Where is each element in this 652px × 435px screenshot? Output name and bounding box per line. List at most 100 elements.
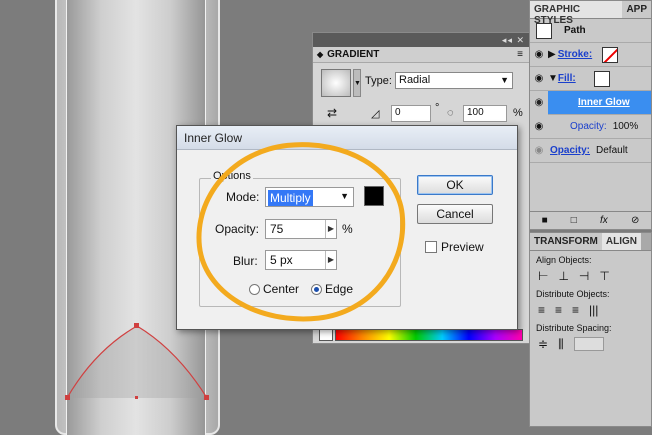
none-swatch[interactable] [319, 329, 333, 341]
preview-label[interactable]: Preview [441, 240, 484, 254]
cancel-button[interactable]: Cancel [417, 204, 493, 224]
ok-button[interactable]: OK [417, 175, 493, 195]
degree-symbol: ° [435, 102, 440, 114]
appearance-row-fill[interactable]: ◉ ▼ Fill: [530, 67, 651, 91]
chevron-down-icon: ▼ [500, 75, 509, 85]
blur-value: 5 px [270, 253, 293, 267]
panel-menu-icon[interactable]: ≡ [517, 49, 523, 60]
aspect-input[interactable]: 100 [463, 105, 507, 122]
tab-align[interactable]: ALIGN [601, 233, 641, 250]
appearance-row-path[interactable]: Path [530, 19, 651, 43]
blur-input[interactable]: 5 px ▶ [265, 250, 337, 270]
distribute-objects-label: Distribute Objects: [536, 289, 610, 299]
distribute-objects-icons: ≡ ≡ ≡ ||| [530, 301, 651, 319]
angle-input[interactable]: 0 [391, 105, 431, 122]
blur-stepper-icon[interactable]: ▶ [325, 251, 336, 269]
glow-color-swatch[interactable] [364, 186, 384, 206]
delete-icon[interactable]: ⊘ [631, 215, 639, 226]
type-label: Type: [365, 75, 392, 87]
edge-label[interactable]: Edge [325, 282, 353, 296]
align-objects-label: Align Objects: [536, 255, 592, 265]
align-panel: TRANSFORM ALIGN Align Objects: ⊢ ⊥ ⊣ ⊤ D… [529, 232, 652, 427]
options-legend: Options [211, 170, 253, 182]
mode-value: Multiply [268, 190, 313, 206]
reverse-gradient-icon[interactable]: ⇄ [327, 106, 337, 120]
opacity-value: 75 [270, 222, 284, 236]
dist-left-icon[interactable]: ||| [589, 303, 598, 317]
opacity-label: Opacity: [215, 222, 260, 236]
space-horizontal-icon[interactable]: ⫼ [558, 337, 564, 352]
edge-radio[interactable] [311, 284, 322, 295]
opacity-value: Default [596, 145, 628, 156]
mode-select[interactable]: Multiply ▼ [265, 187, 354, 207]
visibility-eye-icon[interactable]: ◉ [530, 49, 548, 60]
aspect-icon: ◌ [447, 107, 454, 119]
align-top-icon[interactable]: ⊤ [599, 269, 609, 283]
space-vertical-icon[interactable]: ≑ [538, 337, 548, 352]
visibility-eye-icon[interactable]: ◉ [530, 121, 548, 132]
type-select[interactable]: Radial ▼ [395, 72, 513, 89]
spacing-input[interactable] [573, 337, 604, 351]
appearance-panel: GRAPHIC STYLES APP Path ◉ ▶ Stroke: ◉ ▼ … [529, 0, 652, 230]
expand-arrow-icon[interactable]: ▶ [548, 49, 556, 60]
stroke-none-swatch[interactable] [602, 46, 619, 63]
dist-bottom-icon[interactable]: ≡ [572, 303, 579, 317]
angle-row: ⇄ ◿ 0 ° ◌ 100 % [323, 102, 523, 125]
gradient-title: GRADIENT [327, 49, 380, 60]
inner-glow-dialog: Inner Glow Options Mode: Multiply ▼ Opac… [176, 125, 518, 330]
opacity-unit: % [342, 222, 353, 236]
stroke-link[interactable]: Stroke: [558, 49, 592, 60]
chevron-down-icon: ▼ [340, 191, 349, 201]
appearance-row-stroke[interactable]: ◉ ▶ Stroke: [530, 43, 651, 67]
appearance-row-opacity[interactable]: ◉ Opacity: Default [530, 139, 651, 163]
fill-swatch[interactable] [593, 70, 610, 87]
tab-graphic-styles[interactable]: GRAPHIC STYLES [530, 1, 623, 26]
panel-collapse-icon[interactable]: ◆ [317, 50, 323, 59]
visibility-eye-icon[interactable]: ◉ [530, 145, 548, 156]
appearance-row-fill-opacity[interactable]: ◉ Opacity: 100% [530, 115, 651, 139]
tab-appearance[interactable]: APP [622, 1, 651, 18]
visibility-eye-icon[interactable]: ◉ [530, 73, 548, 84]
transform-tabs: TRANSFORM ALIGN [530, 233, 651, 251]
type-value: Radial [399, 74, 431, 86]
clear-appearance-icon[interactable]: □ [571, 215, 577, 226]
gradient-swatch-dropdown[interactable]: ▼ [353, 69, 361, 97]
panel-title-bar[interactable]: ◂◂ ✕ [313, 33, 529, 47]
fill-link[interactable]: Fill: [558, 73, 576, 84]
distribute-spacing-icons: ≑ ⫼ [530, 335, 651, 354]
percent-symbol: % [513, 107, 523, 119]
fill-opacity-link[interactable]: Opacity: [570, 121, 607, 132]
dist-top-icon[interactable]: ≡ [538, 303, 545, 317]
center-radio[interactable] [249, 284, 260, 295]
gradient-swatch[interactable] [321, 69, 351, 97]
path-label: Path [564, 25, 586, 36]
appearance-row-inner-glow[interactable]: ◉ Inner Glow [530, 90, 651, 115]
blur-label: Blur: [233, 254, 258, 268]
collapse-arrow-icon[interactable]: ▼ [548, 73, 558, 84]
center-label[interactable]: Center [263, 282, 299, 296]
opacity-input[interactable]: 75 ▶ [265, 219, 337, 239]
distribute-spacing-label: Distribute Spacing: [536, 323, 612, 333]
new-art-icon[interactable]: ■ [542, 215, 548, 226]
opacity-stepper-icon[interactable]: ▶ [325, 220, 336, 238]
align-right-icon[interactable]: ⊣ [579, 269, 589, 283]
dialog-title: Inner Glow [177, 126, 517, 150]
appearance-tabs: GRAPHIC STYLES APP [530, 1, 651, 26]
gradient-tab[interactable]: ◆ GRADIENT ≡ [313, 47, 529, 63]
tab-transform[interactable]: TRANSFORM [530, 233, 602, 250]
appearance-footer: ■ □ fx ⊘ [530, 211, 651, 229]
preview-checkbox[interactable] [425, 241, 437, 253]
path-thumbnail [536, 22, 552, 39]
align-objects-icons: ⊢ ⊥ ⊣ ⊤ [530, 267, 651, 285]
dist-vcenter-icon[interactable]: ≡ [555, 303, 562, 317]
align-left-icon[interactable]: ⊢ [538, 269, 548, 283]
opacity-link[interactable]: Opacity: [550, 145, 590, 156]
add-effect-icon[interactable]: fx [600, 215, 608, 226]
inner-glow-link[interactable]: Inner Glow [578, 97, 630, 108]
mode-label: Mode: [226, 190, 260, 204]
visibility-eye-icon[interactable]: ◉ [530, 90, 548, 115]
angle-icon: ◿ [371, 108, 380, 120]
align-hcenter-icon[interactable]: ⊥ [558, 269, 568, 283]
color-spectrum[interactable] [335, 329, 523, 341]
fill-opacity-value: 100% [612, 121, 639, 132]
